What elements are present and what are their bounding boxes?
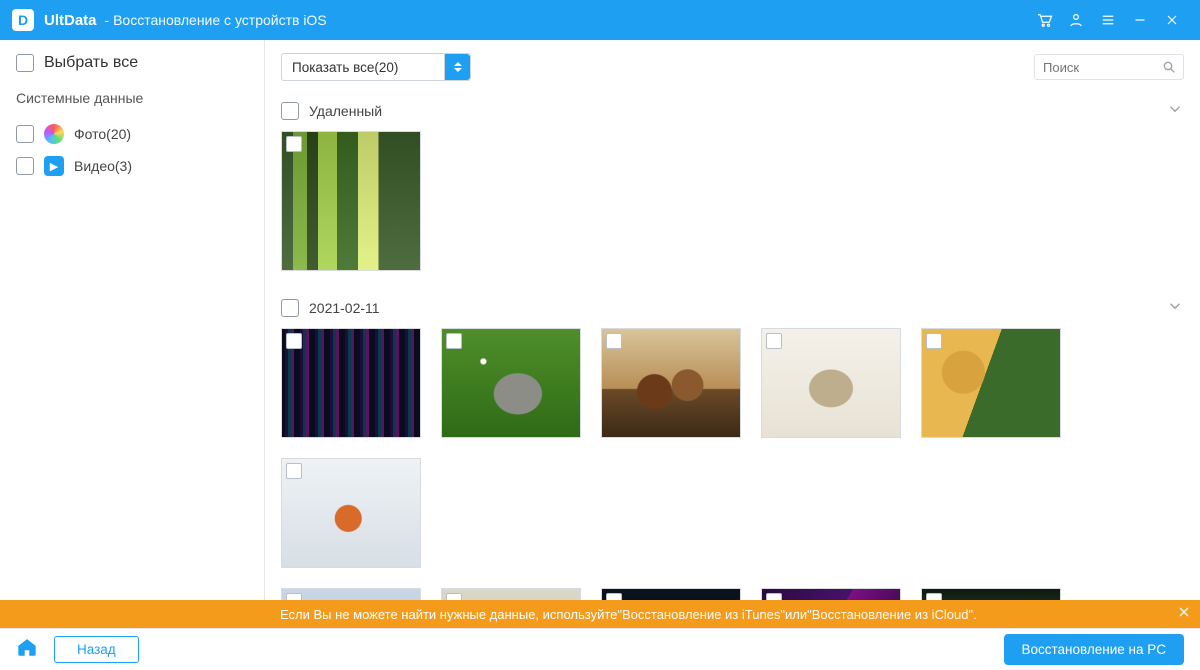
photos-icon [44,124,64,144]
photo-thumb[interactable] [921,328,1061,438]
photo-thumb[interactable] [281,458,421,568]
thumb-image [442,329,580,437]
thumb-checkbox[interactable] [766,593,782,600]
thumb-checkbox[interactable] [286,593,302,600]
thumb-row-2 [281,584,1184,600]
thumb-checkbox[interactable] [606,333,622,349]
chevron-down-icon[interactable] [1166,100,1184,121]
app-subtitle: - Восстановление с устройств iOS [105,12,327,28]
sidebar: Выбрать все Системные данные Фото(20) ▶ … [0,40,265,600]
search-icon [1161,59,1177,80]
photo-thumb[interactable] [281,328,421,438]
photo-thumb[interactable] [281,131,421,271]
close-icon[interactable] [1156,0,1188,40]
user-icon[interactable] [1060,0,1092,40]
thumb-image [282,589,420,600]
filter-select-value: Показать все(20) [292,60,398,75]
cart-icon[interactable] [1028,0,1060,40]
title-bar: D UltData - Восстановление с устройств i… [0,0,1200,40]
content-area: Удаленный 2021-02-11 [265,86,1200,600]
thumb-image [602,329,740,437]
group-checkbox[interactable] [281,102,299,120]
banner-text-prefix: Если Вы не можете найти нужные данные, и… [280,607,617,622]
select-all-label: Выбрать все [44,54,138,72]
home-icon[interactable] [16,636,38,663]
thumb-image [442,589,580,600]
recover-to-pc-button[interactable]: Восстановление на PC [1004,634,1185,665]
thumb-image [762,329,900,437]
group-title: 2021-02-11 [309,300,380,316]
thumb-image [282,459,420,567]
photo-thumb[interactable] [601,328,741,438]
thumb-checkbox[interactable] [766,333,782,349]
group-header-deleted[interactable]: Удаленный [281,90,1184,127]
select-all-row[interactable]: Выбрать все [16,54,248,72]
videos-icon: ▶ [44,156,64,176]
sidebar-item-photos[interactable]: Фото(20) [16,118,248,150]
search-box[interactable] [1034,54,1184,80]
select-all-checkbox[interactable] [16,54,34,72]
sidebar-section-title: Системные данные [16,90,248,106]
chevron-down-icon[interactable] [1166,297,1184,318]
banner-link-itunes[interactable]: "Восстановление из iTunes" [617,607,785,622]
footer: Назад Восстановление на PC [0,628,1200,670]
banner-close-icon[interactable] [1176,604,1192,623]
banner-text-suffix: . [973,607,977,622]
thumb-checkbox[interactable] [286,463,302,479]
photo-thumb[interactable] [761,588,901,600]
sidebar-item-videos[interactable]: ▶ Видео(3) [16,150,248,182]
thumb-image [602,589,740,600]
group-checkbox[interactable] [281,299,299,317]
thumb-checkbox[interactable] [606,593,622,600]
toolbar: Показать все(20) [265,40,1200,86]
thumb-row-deleted [281,127,1184,287]
main-panel: Показать все(20) Удаленный [265,40,1200,600]
banner-link-icloud[interactable]: "Восстановление из iCloud" [807,607,973,622]
info-banner: Если Вы не можете найти нужные данные, и… [0,600,1200,628]
thumb-row-1 [281,324,1184,584]
banner-text-mid: или [785,607,807,622]
thumb-checkbox[interactable] [926,333,942,349]
group-header-date[interactable]: 2021-02-11 [281,287,1184,324]
group-title: Удаленный [309,103,382,119]
thumb-image [762,589,900,600]
thumb-image [282,132,420,270]
photo-thumb[interactable] [441,328,581,438]
photo-thumb[interactable] [921,588,1061,600]
thumb-image [922,329,1060,437]
thumb-checkbox[interactable] [446,333,462,349]
app-name: UltData [44,12,97,29]
thumb-checkbox[interactable] [286,333,302,349]
videos-checkbox[interactable] [16,157,34,175]
thumb-image [282,329,420,437]
photo-thumb[interactable] [441,588,581,600]
search-input[interactable] [1043,60,1157,75]
thumb-checkbox[interactable] [286,136,302,152]
sidebar-item-label: Видео(3) [74,158,132,174]
menu-icon[interactable] [1092,0,1124,40]
photo-thumb[interactable] [601,588,741,600]
photos-checkbox[interactable] [16,125,34,143]
thumb-checkbox[interactable] [926,593,942,600]
thumb-image [922,589,1060,600]
back-button[interactable]: Назад [54,636,139,663]
app-logo: D [12,9,34,31]
filter-select[interactable]: Показать все(20) [281,53,471,81]
minimize-icon[interactable] [1124,0,1156,40]
sidebar-item-label: Фото(20) [74,126,131,142]
photo-thumb[interactable] [761,328,901,438]
filter-select-stepper[interactable] [444,54,470,80]
thumb-checkbox[interactable] [446,593,462,600]
photo-thumb[interactable] [281,588,421,600]
